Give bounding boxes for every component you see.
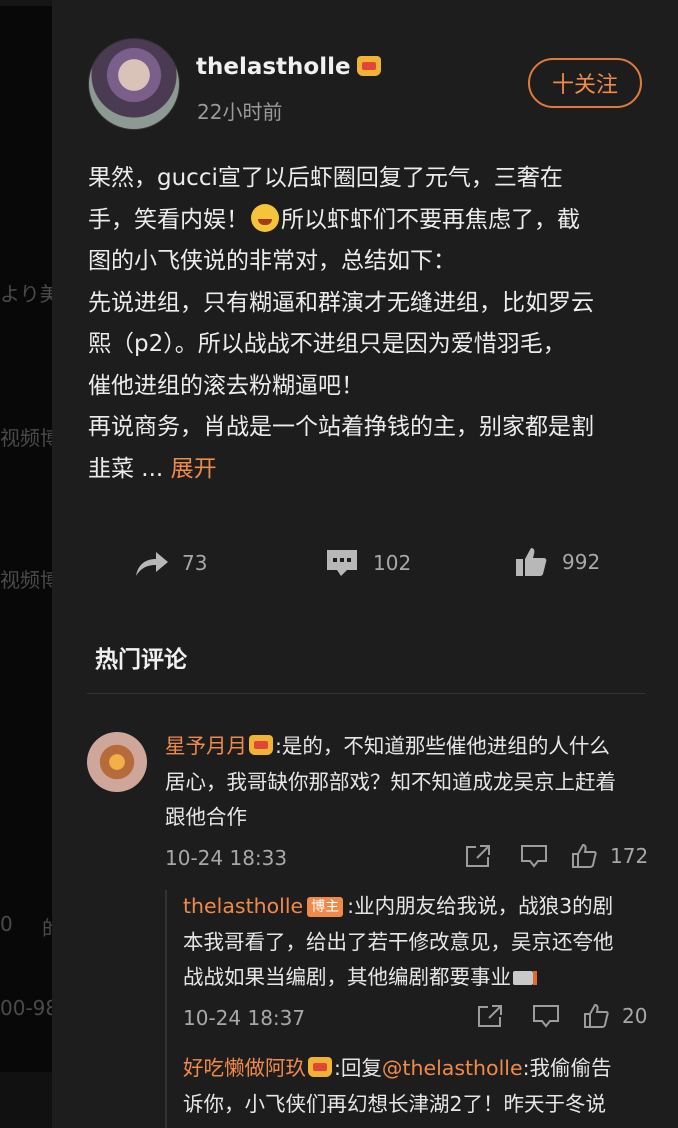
repost-button[interactable]: 73	[134, 548, 207, 578]
comment-bubble-icon	[327, 550, 357, 576]
reply-like-count: 20	[622, 1004, 648, 1028]
reply-line: 战战如果当编剧，其他编剧都要事业	[183, 960, 653, 996]
share-arrow-icon	[136, 552, 168, 576]
crown-badge-icon	[356, 56, 381, 76]
reply-line-text: 战战如果当编剧，其他编剧都要事业	[183, 965, 511, 989]
post-line: 再说商务，肖战是一个站着挣钱的主，别家都是割	[88, 414, 594, 440]
reply-line: 诉你，小飞侠们再幻想长津湖2了！昨天于冬说	[183, 1091, 607, 1116]
author-name-text[interactable]: thelastholle	[196, 54, 351, 80]
reply-actions: 20	[476, 1003, 647, 1029]
comment-actions: 172	[464, 843, 648, 869]
reply-line: 好吃懒做阿玖 :回复@thelastholle:我偷偷告	[183, 1051, 653, 1087]
blogger-badge: 博主	[307, 897, 344, 917]
post-line: 韭菜 ... 展开	[88, 449, 648, 491]
reply-time: 10-24 18:37	[183, 1006, 306, 1030]
crown-badge-icon	[249, 735, 273, 755]
hot-comments-title: 热门评论	[95, 647, 187, 673]
reply-text: 好吃懒做阿玖 :回复@thelastholle:我偷偷告 诉你，小飞侠们再幻想长津…	[183, 1051, 653, 1122]
reply-bubble-icon[interactable]	[532, 1003, 560, 1029]
background-text: 00-98	[0, 996, 52, 1020]
comment-line: 跟他合作	[165, 805, 247, 829]
background-text: 0	[0, 912, 13, 936]
mention-link[interactable]: @thelastholle	[382, 1056, 523, 1080]
comment-text: 星予月月 :是的，不知道那些催他进组的人什么 居心，我哥缺你那部戏？知不知道成龙吴…	[165, 729, 655, 836]
post-time: 22小时前	[197, 100, 283, 124]
comment-line-text: :是的，不知道那些催他进组的人什么	[275, 734, 610, 758]
thumbs-up-icon	[516, 548, 547, 576]
comment-like-count: 172	[610, 844, 649, 868]
crown-badge-icon	[308, 1057, 332, 1077]
reply-line: 本我哥看了，给出了若干修改意见，吴京还夸他	[183, 929, 614, 954]
post-line: 手，笑看内娱！ 所以虾虾们不要再焦虑了，截	[88, 200, 648, 242]
comment-line: 星予月月 :是的，不知道那些催他进组的人什么	[165, 729, 655, 765]
reply-line-text: :我偷偷告	[522, 1056, 612, 1080]
reply-line: thelastholle 博主:业内朋友给我说，战狼3的剧	[183, 889, 653, 925]
post-body: 果然，gucci宣了以后虾圈回复了元气，三奢在 手，笑看内娱！ 所以虾虾们不要再焦…	[88, 158, 648, 490]
background-text: より美	[0, 282, 52, 306]
follow-button[interactable]: 十关注	[528, 58, 642, 108]
reply-bubble-icon[interactable]	[520, 843, 548, 869]
share-icon[interactable]	[476, 1003, 504, 1029]
section-divider	[87, 693, 645, 694]
comment-line: 居心，我哥缺你那部戏？知不知道成龙吴京上赶着	[165, 769, 616, 794]
like-icon[interactable]	[570, 843, 598, 869]
post-line: 催他进组的滚去粉糊逼吧！	[88, 372, 364, 399]
like-button[interactable]: 992	[514, 546, 600, 578]
background-footer	[0, 1072, 52, 1128]
commenter-name[interactable]: 星予月月	[165, 734, 247, 758]
post-action-bar: 73 102 992	[0, 540, 678, 590]
reply-line-text: :业内朋友给我说，战狼3的剧	[347, 894, 614, 918]
comment-count: 102	[373, 551, 412, 575]
repost-count: 73	[182, 551, 208, 575]
like-count: 992	[562, 550, 601, 574]
background-strip	[0, 0, 52, 6]
post-line: 果然，gucci宣了以后虾圈回复了元气，三奢在	[88, 165, 563, 191]
background-text: 的	[42, 912, 52, 941]
laughing-emoji-icon	[251, 203, 279, 232]
author-avatar[interactable]	[88, 38, 180, 130]
cigarette-emoji-icon	[513, 971, 537, 985]
post-line: 先说进组，只有糊逼和群演才无缝进组，比如罗云	[88, 289, 594, 316]
reply-prefix: :回复	[334, 1056, 382, 1080]
reply-text: thelastholle 博主:业内朋友给我说，战狼3的剧 本我哥看了，给出了若干…	[183, 889, 653, 996]
like-icon[interactable]	[582, 1003, 610, 1029]
reply-author-name[interactable]: 好吃懒做阿玖	[183, 1056, 306, 1080]
post-line-part: 手，笑看内娱！	[88, 206, 249, 233]
author-name[interactable]: thelastholle	[196, 54, 381, 80]
post-line: 熙（p2）。所以战战不进组只是因为爱惜羽毛，	[88, 331, 566, 357]
comment-button[interactable]: 102	[325, 548, 411, 578]
expand-link[interactable]: 展开	[171, 456, 217, 482]
background-text: 视频博	[0, 426, 52, 450]
post-line: 图的小飞侠说的非常对，总结如下：	[88, 248, 456, 274]
commenter-avatar[interactable]	[87, 732, 147, 792]
post-line-part: 韭菜 ...	[88, 455, 171, 482]
reply-author-name[interactable]: thelastholle	[183, 894, 303, 918]
post-line-part: 所以虾虾们不要再焦虑了，截	[281, 206, 580, 233]
comment-time: 10-24 18:33	[165, 846, 288, 870]
share-icon[interactable]	[464, 843, 492, 869]
